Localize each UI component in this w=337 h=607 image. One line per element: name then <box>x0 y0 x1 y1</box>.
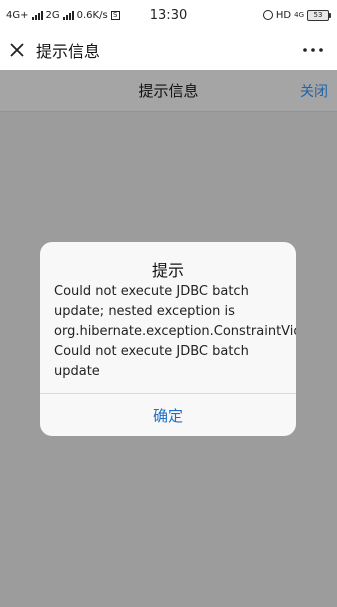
status-left: 4G+ 2G 0.6K/s S <box>6 10 120 21</box>
sim-icon: S <box>110 10 120 20</box>
close-icon <box>10 43 24 57</box>
message-line: update; nested exception is <box>54 304 235 319</box>
dialog-title: 提示 <box>151 261 184 280</box>
message-line: Could not execute JDBC batch <box>54 284 249 299</box>
signal-icon-2 <box>62 10 74 20</box>
signal-icon <box>31 10 43 20</box>
message-line: org.hibernate.exception.ConstraintViola <box>54 324 296 339</box>
close-link[interactable]: 关闭 <box>300 81 328 101</box>
app-title: 提示信息 <box>36 42 101 61</box>
network-type-label: 4G+ <box>6 9 29 21</box>
confirm-button[interactable]: 确定 <box>40 394 296 436</box>
message-line: Could not execute JDBC batch <box>54 344 249 359</box>
network-speed: 0.6K/s <box>76 9 108 21</box>
page-header: 提示信息 关闭 <box>0 70 337 112</box>
status-right: HD 4G 53 <box>262 9 331 21</box>
alert-dialog: 提示 Could not execute JDBC batch update; … <box>40 242 296 436</box>
network-small-label: 4G <box>294 11 304 19</box>
message-line: update <box>54 364 100 379</box>
alarm-icon <box>262 10 273 20</box>
close-button[interactable] <box>0 30 34 70</box>
dialog-message: Could not execute JDBC batch update; nes… <box>54 282 296 382</box>
page-title: 提示信息 <box>138 82 199 100</box>
status-bar: 4G+ 2G 0.6K/s S 13:30 HD 4G 53 <box>0 0 337 30</box>
battery-level: 53 <box>307 9 329 21</box>
more-icon <box>303 48 323 52</box>
more-button[interactable] <box>293 30 333 70</box>
hd-label: HD <box>275 9 292 21</box>
battery-icon: 53 <box>307 9 331 21</box>
network-type-label-2: 2G <box>45 9 60 21</box>
app-bar: 提示信息 <box>0 30 337 70</box>
